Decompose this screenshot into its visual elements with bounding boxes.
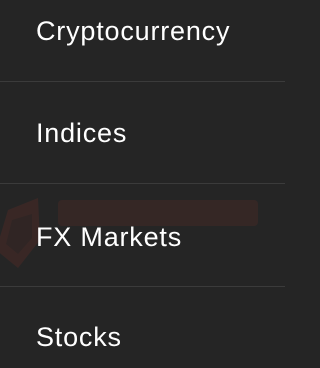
menu-item-stocks[interactable]: Stocks <box>0 319 285 355</box>
menu-item-label: FX Markets <box>36 222 183 252</box>
divider <box>0 183 285 184</box>
category-menu: Cryptocurrency Indices FX Markets Stocks <box>0 0 285 368</box>
menu-item-label: Stocks <box>36 322 122 352</box>
menu-item-cryptocurrency[interactable]: Cryptocurrency <box>0 13 285 49</box>
menu-item-fx-markets[interactable]: FX Markets <box>0 219 285 255</box>
menu-item-label: Cryptocurrency <box>36 16 231 46</box>
menu-item-indices[interactable]: Indices <box>0 115 285 151</box>
menu-item-label: Indices <box>36 118 128 148</box>
divider <box>0 81 285 82</box>
divider <box>0 286 285 287</box>
